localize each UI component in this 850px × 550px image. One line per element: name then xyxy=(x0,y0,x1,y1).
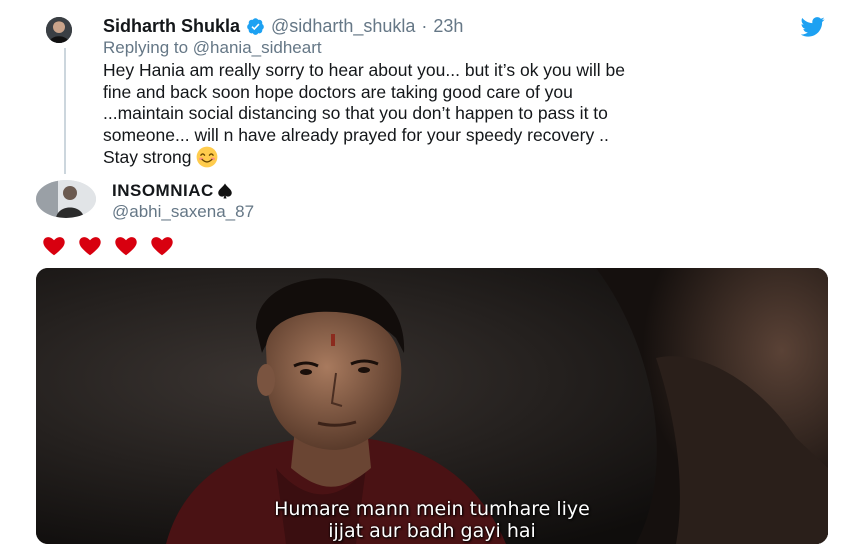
twitter-bird-icon[interactable] xyxy=(801,17,825,37)
quoted-tweet-header: Sidharth Shukla @sidharth_shukla · 23h xyxy=(103,15,463,37)
spade-suit-icon xyxy=(218,183,232,199)
subtitle-line: Humare mann mein tumhare liye xyxy=(274,498,590,520)
tweet-text-line: Hey Hania am really sorry to hear about … xyxy=(103,60,626,80)
subtitle-line: ijjat aur badh gayi hai xyxy=(328,520,536,542)
tweet-handle[interactable]: @abhi_saxena_87 xyxy=(112,202,254,222)
red-heart-icon xyxy=(79,237,101,256)
quoted-tweet-text: Hey Hania am really sorry to hear about … xyxy=(103,60,833,169)
tweet-screenshot: Sidharth Shukla @sidharth_shukla · 23h R… xyxy=(0,0,850,550)
tweet-text-line: fine and back soon hope doctors are taki… xyxy=(103,81,573,102)
tweet-display-name[interactable]: INSOMNIAC xyxy=(112,181,214,201)
hearts-emoji-row xyxy=(38,236,178,256)
red-heart-icon xyxy=(115,237,137,256)
sidharth-avatar[interactable] xyxy=(46,17,72,43)
tweet-text-line: Stay strong xyxy=(103,147,192,168)
red-heart-icon xyxy=(151,237,173,256)
verified-badge-icon xyxy=(247,17,264,35)
smiling-face-icon xyxy=(196,146,217,168)
thread-connector-line xyxy=(64,48,66,174)
quoted-timestamp[interactable]: 23h xyxy=(433,16,463,37)
insomniac-avatar[interactable] xyxy=(36,180,96,218)
quoted-tweet[interactable]: Sidharth Shukla @sidharth_shukla · 23h R… xyxy=(0,0,850,180)
red-heart-icon xyxy=(43,237,65,256)
quoted-display-name[interactable]: Sidharth Shukla xyxy=(103,16,240,37)
tweet-text-line: someone... will n have already prayed fo… xyxy=(103,124,609,145)
replying-to-line: Replying to @hania_sidheart xyxy=(103,38,322,58)
replying-to-mention[interactable]: @hania_sidheart xyxy=(193,38,322,57)
replying-prefix: Replying to xyxy=(103,38,189,57)
quoted-handle[interactable]: @sidharth_shukla xyxy=(271,16,415,37)
tweet-media-image[interactable]: Humare mann mein tumhare liye ijjat aur … xyxy=(36,268,828,544)
tweet-display-name-row: INSOMNIAC xyxy=(112,181,234,201)
tweet-text-line-last: Stay strong xyxy=(103,146,833,169)
tweet-text-line: ...maintain social distancing so that yo… xyxy=(103,103,608,124)
separator-dot: · xyxy=(421,15,428,36)
